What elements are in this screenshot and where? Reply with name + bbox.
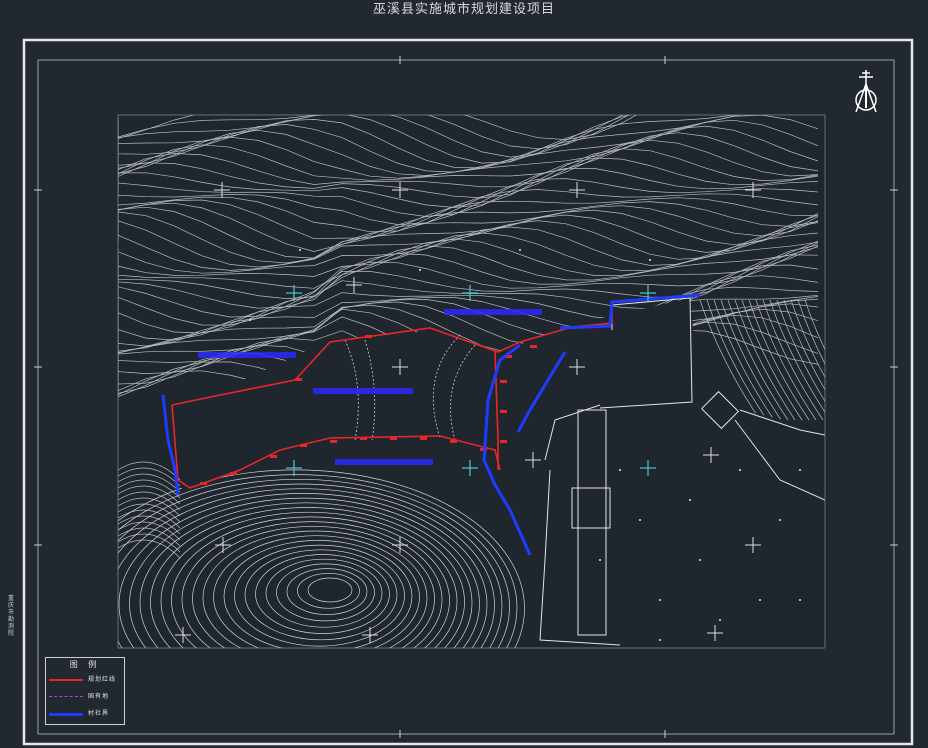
survey-point — [779, 519, 781, 521]
survey-point — [639, 519, 641, 521]
red-point-label — [420, 437, 427, 440]
red-point-label — [450, 440, 457, 443]
red-point-label — [360, 437, 367, 440]
red-point-label — [330, 440, 337, 443]
survey-point — [249, 319, 251, 321]
side-vertical-text: 重庆市勘测院 — [8, 595, 15, 637]
legend-label: 国有地 — [88, 693, 110, 700]
legend-swatch — [49, 696, 83, 697]
survey-point — [689, 499, 691, 501]
survey-point — [719, 619, 721, 621]
legend-item-state-land: 国有地 — [46, 689, 124, 706]
red-point-label — [200, 482, 207, 485]
map-drawing[interactable] — [0, 0, 928, 748]
survey-point — [799, 599, 801, 601]
north-arrow-icon — [855, 70, 877, 113]
survey-point — [739, 469, 741, 471]
red-point-label — [390, 437, 397, 440]
red-point-label — [500, 380, 507, 383]
survey-point — [649, 259, 651, 261]
legend-heading: 图 例 — [69, 660, 101, 669]
legend-item-red-line: 规划红线 — [46, 672, 124, 689]
red-point-label — [270, 455, 277, 458]
legend-label: 村社界 — [88, 710, 110, 717]
survey-point — [759, 599, 761, 601]
red-point-label — [230, 472, 237, 475]
red-point-label — [295, 378, 302, 381]
survey-point — [659, 599, 661, 601]
red-point-label — [530, 345, 537, 348]
survey-point — [519, 249, 521, 251]
legend-box: 图 例 规划红线 国有地 村社界 — [45, 657, 125, 725]
survey-point — [699, 559, 701, 561]
legend-swatch — [49, 679, 83, 681]
survey-point — [659, 639, 661, 641]
survey-point — [299, 249, 301, 251]
red-point-label — [300, 444, 307, 447]
legend-item-village-boundary: 村社界 — [46, 706, 124, 723]
red-point-label — [365, 335, 372, 338]
red-point-label — [500, 410, 507, 413]
red-point-label — [500, 440, 507, 443]
survey-point — [619, 469, 621, 471]
legend-label: 规划红线 — [88, 676, 117, 683]
survey-point — [599, 559, 601, 561]
topographic-map — [118, 115, 825, 648]
survey-point — [419, 269, 421, 271]
survey-point — [799, 469, 801, 471]
legend-swatch — [49, 713, 83, 716]
